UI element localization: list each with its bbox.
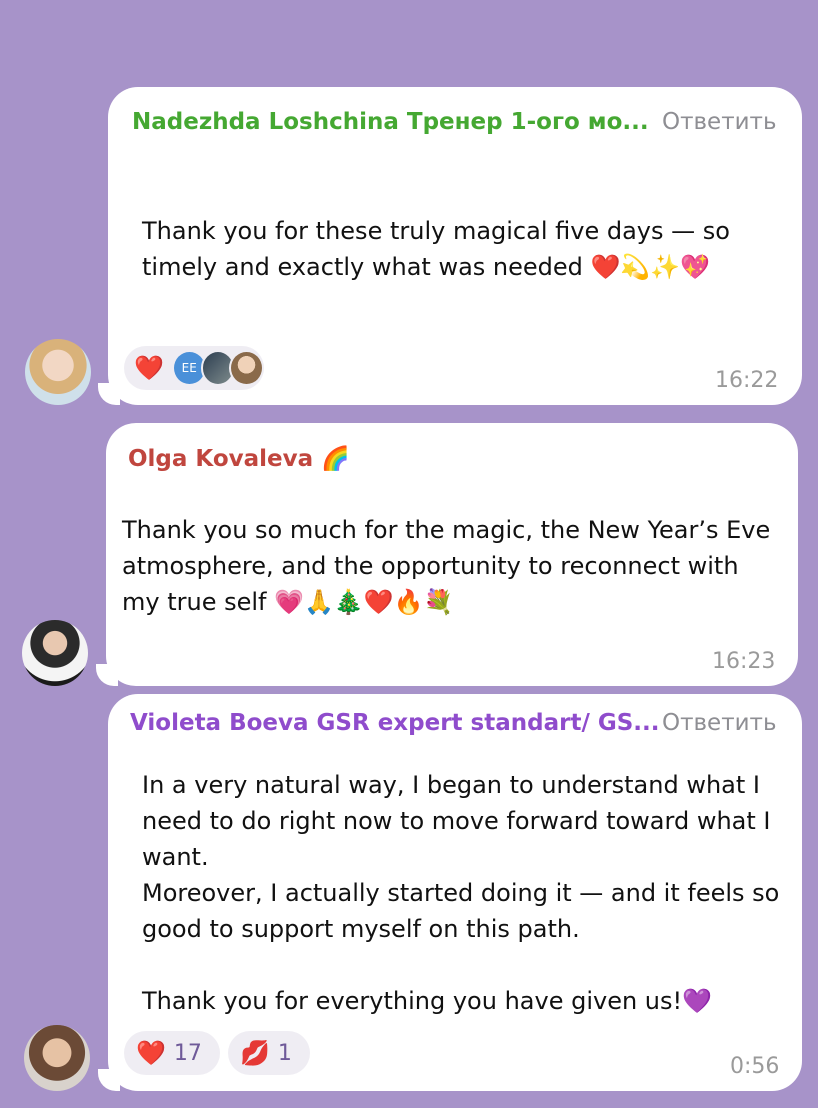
message-text: Thank you for these truly magical five d… xyxy=(142,217,730,281)
bubble-tail xyxy=(98,1069,120,1091)
reply-button[interactable]: Ответить xyxy=(662,109,777,135)
sender-avatar-violeta[interactable] xyxy=(24,1025,90,1091)
heart-emoji: ❤️ xyxy=(134,354,164,382)
message-bubble-1[interactable]: Nadezhda Loshchina Тренер 1-ого мо... От… xyxy=(98,87,802,405)
sender-name-text: Olga Kovaleva xyxy=(128,446,314,472)
sender-name[interactable]: Nadezhda Loshchina Тренер 1-ого мо... xyxy=(132,109,649,135)
message-text: In a very natural way, I began to unders… xyxy=(142,771,780,1015)
message-time: 16:23 xyxy=(712,649,776,674)
reply-button[interactable]: Ответить xyxy=(662,710,777,736)
sender-emoji: 🌈 xyxy=(321,446,350,472)
reaction-heart[interactable]: ❤️ 17 xyxy=(124,1031,220,1075)
bubble-tail xyxy=(98,383,120,405)
heart-emoji: ❤️ xyxy=(136,1039,166,1067)
message-time: 0:56 xyxy=(730,1054,780,1079)
message-text: Thank you so much for the magic, the New… xyxy=(122,516,771,616)
message-bubble-2[interactable]: Olga Kovaleva 🌈 Thank you so much for th… xyxy=(96,423,798,686)
kiss-emoji: 💋 xyxy=(240,1039,270,1067)
message-time: 16:22 xyxy=(715,368,779,393)
sender-avatar-olga[interactable] xyxy=(22,620,88,686)
sender-name[interactable]: Violeta Boeva GSR expert standart/ GS... xyxy=(130,710,660,736)
message-bubble-3[interactable]: Violeta Boeva GSR expert standart/ GS...… xyxy=(98,694,802,1091)
reaction-kiss[interactable]: 💋 1 xyxy=(228,1031,310,1075)
reactor-avatar-photo-2[interactable] xyxy=(229,350,264,386)
reaction-count: 17 xyxy=(173,1040,202,1066)
reaction-heart[interactable]: ❤️ EE xyxy=(124,346,264,390)
bubble-tail xyxy=(96,664,118,686)
sender-avatar-nadezhda[interactable] xyxy=(25,339,91,405)
reactor-initials: EE xyxy=(181,361,197,375)
sender-name[interactable]: Olga Kovaleva 🌈 xyxy=(128,445,350,472)
reaction-count: 1 xyxy=(277,1040,292,1066)
